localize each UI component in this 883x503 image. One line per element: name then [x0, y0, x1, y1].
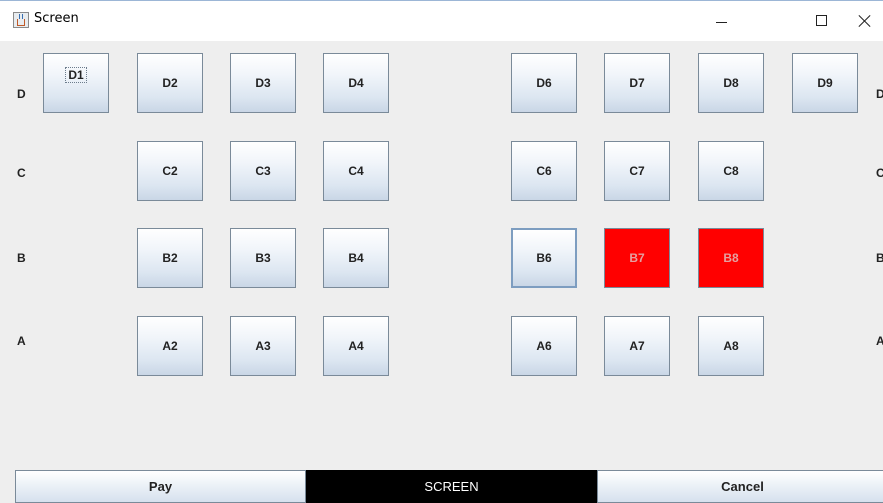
- seat-label: C8: [723, 164, 739, 178]
- row-label-a-left: A: [17, 334, 26, 348]
- minimize-icon: [716, 22, 727, 23]
- seat-d3[interactable]: D3: [230, 53, 296, 113]
- seat-label: C7: [629, 164, 645, 178]
- seat-c3[interactable]: C3: [230, 141, 296, 201]
- seat-d6[interactable]: D6: [511, 53, 577, 113]
- window-title: Screen: [34, 11, 79, 26]
- row-label-b-right: B: [876, 251, 883, 265]
- seat-label: B3: [255, 251, 271, 265]
- seat-label: C3: [255, 164, 271, 178]
- seat-label: A6: [536, 339, 552, 353]
- seat-c2[interactable]: C2: [137, 141, 203, 201]
- row-label-a-right: A: [876, 334, 883, 348]
- seat-label: D1: [65, 67, 87, 83]
- row-label-c-left: C: [17, 166, 26, 180]
- seat-a2[interactable]: A2: [137, 316, 203, 376]
- seat-label: D9: [817, 76, 833, 90]
- java-cup-icon: [13, 12, 29, 28]
- screen-indicator: SCREEN: [306, 470, 597, 503]
- seat-label: C4: [348, 164, 364, 178]
- seat-label: B8: [723, 251, 739, 265]
- seat-label: D3: [255, 76, 271, 90]
- seat-label: A2: [162, 339, 178, 353]
- seat-a8[interactable]: A8: [698, 316, 764, 376]
- seat-label: D4: [348, 76, 364, 90]
- seat-d9[interactable]: D9: [792, 53, 858, 113]
- seat-c4[interactable]: C4: [323, 141, 389, 201]
- seat-b2[interactable]: B2: [137, 228, 203, 288]
- seat-label: A8: [723, 339, 739, 353]
- seat-label: A7: [629, 339, 645, 353]
- close-button[interactable]: [843, 1, 883, 41]
- row-label-b-left: B: [17, 251, 26, 265]
- seat-c6[interactable]: C6: [511, 141, 577, 201]
- seat-b7-booked[interactable]: B7: [604, 228, 670, 288]
- seat-a3[interactable]: A3: [230, 316, 296, 376]
- seat-label: B7: [629, 251, 645, 265]
- seat-b3[interactable]: B3: [230, 228, 296, 288]
- seat-d8[interactable]: D8: [698, 53, 764, 113]
- seat-a7[interactable]: A7: [604, 316, 670, 376]
- seat-label: D8: [723, 76, 739, 90]
- seat-c7[interactable]: C7: [604, 141, 670, 201]
- seat-a6[interactable]: A6: [511, 316, 577, 376]
- seat-b6[interactable]: B6: [511, 228, 577, 288]
- seat-d4[interactable]: D4: [323, 53, 389, 113]
- title-bar: Screen: [0, 0, 883, 41]
- seat-label: D2: [162, 76, 178, 90]
- seat-c8[interactable]: C8: [698, 141, 764, 201]
- seat-d1[interactable]: D1: [43, 53, 109, 113]
- seat-d2[interactable]: D2: [137, 53, 203, 113]
- seat-label: A3: [255, 339, 271, 353]
- pay-button[interactable]: Pay: [15, 470, 306, 503]
- cancel-button[interactable]: Cancel: [597, 470, 883, 503]
- seat-label: B2: [162, 251, 178, 265]
- maximize-button[interactable]: [799, 1, 843, 41]
- seat-label: A4: [348, 339, 364, 353]
- row-label-d-left: D: [17, 87, 26, 101]
- row-label-c-right: C: [876, 166, 883, 180]
- maximize-icon: [816, 15, 827, 26]
- seat-b8-booked[interactable]: B8: [698, 228, 764, 288]
- seat-label: B6: [536, 251, 552, 265]
- minimize-button[interactable]: [700, 1, 744, 41]
- seat-d7[interactable]: D7: [604, 53, 670, 113]
- row-label-d-right: D: [876, 87, 883, 101]
- seat-label: C6: [536, 164, 552, 178]
- seat-label: B4: [348, 251, 364, 265]
- seat-label: C2: [162, 164, 178, 178]
- seat-label: D7: [629, 76, 645, 90]
- seat-label: D6: [536, 76, 552, 90]
- seat-a4[interactable]: A4: [323, 316, 389, 376]
- seat-b4[interactable]: B4: [323, 228, 389, 288]
